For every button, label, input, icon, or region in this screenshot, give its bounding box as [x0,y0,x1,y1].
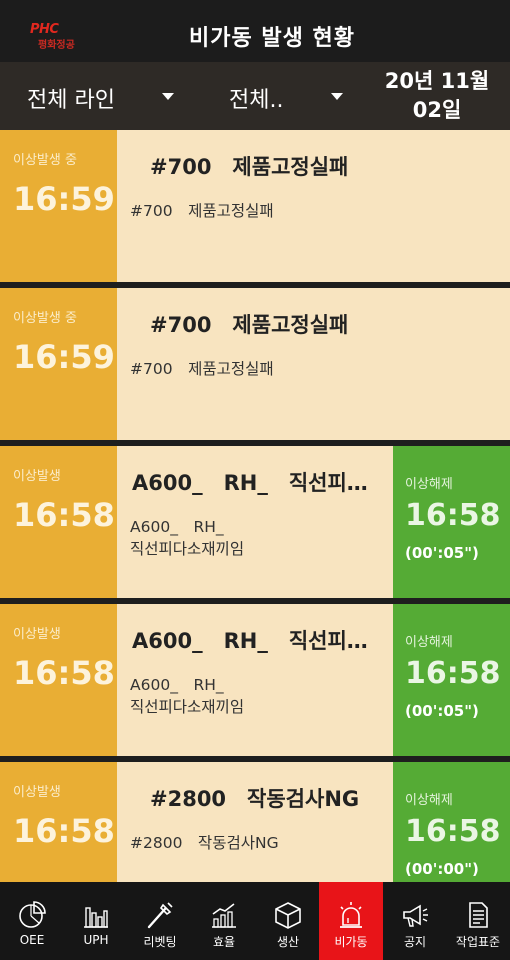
nav-oee[interactable]: OEE [0,882,64,960]
resolution-panel: 이상해제 16:58 (00':05") [393,446,510,598]
downtime-card[interactable]: 이상발생 16:58 A600_ RH_ 직선피… A600_ RH_ 직선피다… [0,604,510,756]
downtime-title: A600_ RH_ 직선피… [132,629,368,653]
nav-label: 생산 [276,935,300,949]
resolution-status: 이상해제 [405,477,453,492]
trend-chart-icon [212,903,236,928]
alarm-siren-icon [340,902,362,928]
nav-label: 효율 [212,935,236,949]
downtime-card[interactable]: 이상발생 중 16:59 #700 제품고정실패 #700 제품고정실패 [0,130,510,282]
downtime-list[interactable]: 이상발생 중 16:59 #700 제품고정실패 #700 제품고정실패 이상발… [0,130,510,882]
occurrence-status: 이상발생 [13,627,61,642]
downtime-description: #700 제품고정실패 [130,360,274,378]
nav-efficiency[interactable]: 효율 [192,882,256,960]
page-title: 비가동 발생 현황 [189,26,355,51]
date-year-month: 20년 11월 [384,69,490,93]
downtime-description: #2800 작동검사NG [130,834,279,852]
line-filter-dropdown[interactable]: 전체 라인 [27,82,115,114]
date-picker[interactable]: 20년 11월 02일 [378,67,496,125]
nav-downtime[interactable]: 비가동 [319,882,383,960]
downtime-duration: (00':05") [405,702,479,720]
nav-label: UPH [83,933,109,947]
nav-uph[interactable]: UPH [64,882,128,960]
downtime-title: #700 제품고정실패 [150,155,349,179]
downtime-detail: #2800 작동검사NG #2800 작동검사NG [117,762,393,882]
occurrence-panel: 이상발생 중 16:59 [0,130,117,282]
occurrence-status: 이상발생 중 [13,153,77,168]
bottom-navigation: OEE UPH 리벳팅 효율 생산 비가동 공지 작업표준 [0,882,510,960]
resolution-time: 16:58 [405,814,501,849]
document-icon [469,902,488,928]
downtime-description: #700 제품고정실패 [130,202,274,220]
resolution-panel: 이상해제 16:58 (00':05") [393,604,510,756]
nav-riveting[interactable]: 리벳팅 [128,882,192,960]
nav-notice[interactable]: 공지 [383,882,447,960]
nav-work-standard[interactable]: 작업표준 [446,882,510,960]
occurrence-time: 16:59 [13,180,115,218]
downtime-card[interactable]: 이상발생 16:58 A600_ RH_ 직선피… A600_ RH_ 직선피다… [0,446,510,598]
bar-chart-icon [84,907,108,928]
occurrence-time: 16:58 [13,496,115,534]
occurrence-time: 16:58 [13,812,115,850]
downtime-duration: (00':05") [405,544,479,562]
downtime-detail: #700 제품고정실패 #700 제품고정실패 [117,130,510,282]
downtime-duration: (00':00") [405,860,479,878]
occurrence-status: 이상발생 중 [13,311,77,326]
occurrence-panel: 이상발생 16:58 [0,762,117,882]
downtime-card[interactable]: 이상발생 16:58 #2800 작동검사NG #2800 작동검사NG 이상해… [0,762,510,882]
nav-label: 비가동 [334,935,368,949]
chevron-down-icon[interactable] [162,93,174,100]
occurrence-status: 이상발생 [13,469,61,484]
resolution-panel: 이상해제 16:58 (00':00") [393,762,510,882]
top-app-bar: PHC 평화정공 비가동 발생 현황 [0,0,510,62]
occurrence-panel: 이상발생 중 16:59 [0,288,117,440]
nav-label: 리벳팅 [143,935,177,949]
downtime-detail: #700 제품고정실패 #700 제품고정실패 [117,288,510,440]
app-root: PHC 평화정공 비가동 발생 현황 전체 라인 전체.. 20년 11월 02… [0,0,510,960]
occurrence-time: 16:58 [13,654,115,692]
occurrence-time: 16:59 [13,338,115,376]
occurrence-panel: 이상발생 16:58 [0,604,117,756]
downtime-detail: A600_ RH_ 직선피… A600_ RH_ 직선피다소재끼임 [117,446,393,598]
pie-chart-icon [19,901,46,928]
resolution-time: 16:58 [405,656,501,691]
downtime-detail: A600_ RH_ 직선피… A600_ RH_ 직선피다소재끼임 [117,604,393,756]
downtime-title: A600_ RH_ 직선피… [132,471,368,495]
nav-label: 공지 [403,935,427,949]
resolution-time: 16:58 [405,498,501,533]
type-filter-dropdown[interactable]: 전체.. [229,82,283,114]
filter-bar: 전체 라인 전체.. 20년 11월 02일 [0,62,510,130]
nav-label: 작업표준 [455,935,501,949]
occurrence-panel: 이상발생 16:58 [0,446,117,598]
megaphone-icon [403,904,428,927]
occurrence-status: 이상발생 [13,785,61,800]
downtime-title: #2800 작동검사NG [150,787,360,811]
downtime-title: #700 제품고정실패 [150,313,349,337]
nav-production[interactable]: 생산 [256,882,320,960]
box-icon [275,902,301,929]
resolution-status: 이상해제 [405,635,453,650]
rivet-tool-icon [147,902,173,929]
resolution-status: 이상해제 [405,793,453,808]
downtime-description: A600_ RH_ 직선피다소재끼임 [130,518,245,558]
date-day: 02일 [412,98,462,122]
downtime-description: A600_ RH_ 직선피다소재끼임 [130,676,245,716]
chevron-down-icon[interactable] [331,93,343,100]
downtime-card[interactable]: 이상발생 중 16:59 #700 제품고정실패 #700 제품고정실패 [0,288,510,440]
nav-label: OEE [19,933,45,947]
